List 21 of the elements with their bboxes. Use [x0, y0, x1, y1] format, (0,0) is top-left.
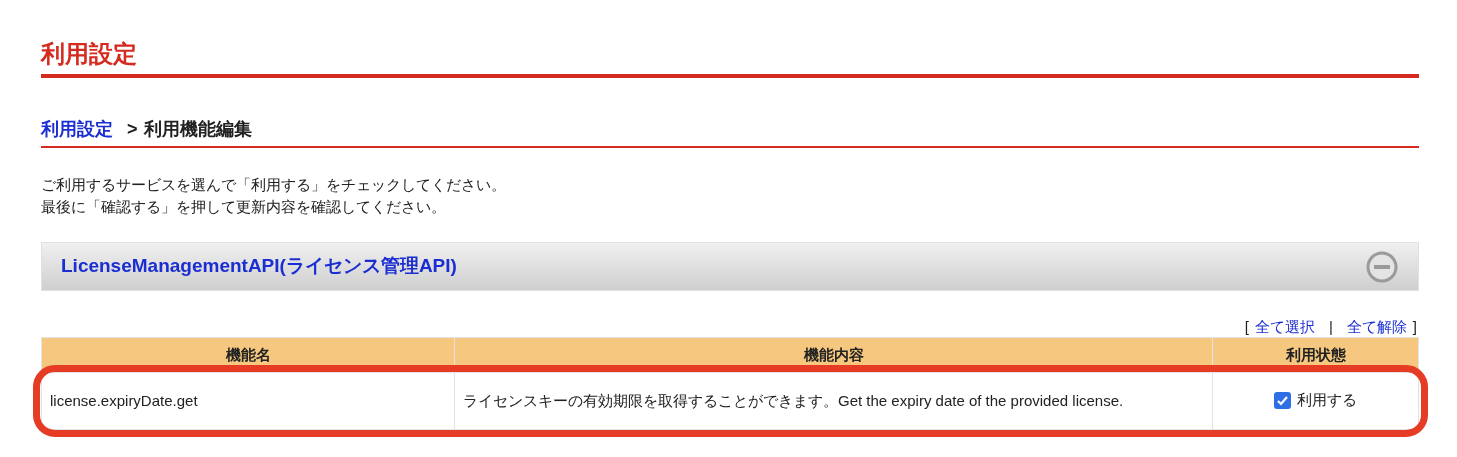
- clear-all-link[interactable]: 全て解除: [1346, 317, 1407, 337]
- instruction-text: ご利用するサービスを選んで「利用する」をチェックしてください。: [41, 175, 507, 195]
- bracket: ]: [1412, 317, 1417, 337]
- collapse-icon[interactable]: [1365, 249, 1399, 284]
- column-header: 機能内容: [454, 337, 1213, 373]
- column-header: 機能名: [41, 337, 455, 373]
- table-cell: license.expiryDate.get: [41, 372, 455, 430]
- link-divider: |: [1328, 317, 1333, 337]
- page-title: 利用設定: [41, 39, 137, 69]
- breadcrumb-current: 利用機能編集: [143, 118, 252, 141]
- bracket: [: [1244, 317, 1249, 337]
- table-cell: ライセンスキーの有効期限を取得することができます。Get the expiry date of the provided license.: [454, 372, 1213, 430]
- instruction-text: 最後に「確認する」を押して更新内容を確認してください。: [41, 197, 447, 217]
- select-all-link[interactable]: 全て選択: [1254, 317, 1315, 337]
- breadcrumb-separator: >: [127, 118, 138, 141]
- checkbox[interactable]: [1274, 391, 1291, 409]
- checkbox-label: 利用する: [1297, 389, 1357, 410]
- section-title: LicenseManagementAPI(ライセンス管理API): [61, 254, 457, 279]
- column-header: 利用状態: [1212, 337, 1419, 373]
- breadcrumb-link[interactable]: 利用設定: [41, 116, 113, 142]
- section-header[interactable]: LicenseManagementAPI(ライセンス管理API): [41, 242, 1419, 291]
